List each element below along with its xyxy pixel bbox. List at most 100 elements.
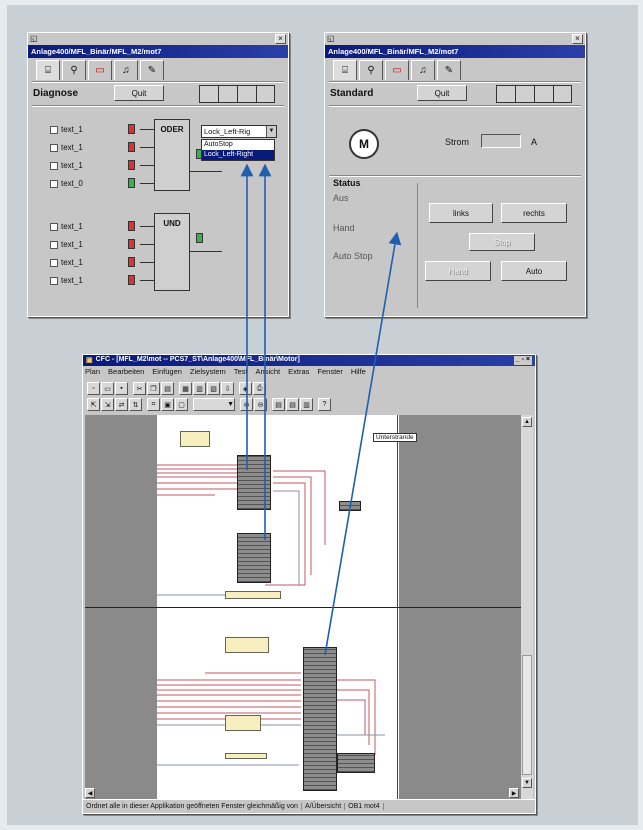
input-checkbox[interactable]: text_1 [50, 276, 83, 285]
zoom-select[interactable]: ▼ [193, 398, 235, 411]
stop-button[interactable]: Stop [469, 233, 535, 251]
paste-icon[interactable]: ▤ [161, 382, 174, 395]
print-icon[interactable]: ⎙ [253, 382, 266, 395]
view-icon[interactable]: ▤ [272, 398, 285, 411]
download-icon[interactable]: ⇩ [221, 382, 234, 395]
auto-button[interactable]: Auto [501, 261, 567, 281]
view-icon[interactable]: ▤ [286, 398, 299, 411]
rechts-button[interactable]: rechts [501, 203, 567, 223]
tab-tools-icon[interactable]: ✎ [140, 60, 164, 80]
tab-tools-icon[interactable]: ✎ [437, 60, 461, 80]
overview-icon[interactable]: ▣ [161, 398, 174, 411]
chart-icon[interactable]: ▥ [193, 382, 206, 395]
input-checkbox[interactable]: text_1 [50, 222, 83, 231]
tab-search-icon[interactable]: ⚲ [62, 60, 86, 80]
connector-line [190, 171, 222, 172]
tool-icon[interactable]: ⇅ [129, 398, 142, 411]
status-led-green [128, 178, 135, 188]
quit-button[interactable]: Quit [114, 85, 164, 101]
zoom-in-icon[interactable]: ⊕ [240, 398, 253, 411]
tab-faceplate-icon[interactable]: ⌸ [36, 60, 60, 80]
sheet-bar-yellow [225, 753, 267, 759]
scroll-up-icon[interactable]: ▲ [522, 417, 532, 427]
tab-search-icon[interactable]: ⚲ [359, 60, 383, 80]
links-button[interactable]: links [429, 203, 493, 223]
sheet-bar-yellow [225, 591, 281, 599]
output-led-green [196, 233, 203, 243]
new-icon[interactable]: ▫ [87, 382, 100, 395]
menu-item[interactable]: Plan [85, 367, 100, 378]
scroll-down-icon[interactable]: ▼ [522, 778, 532, 788]
dropdown-option[interactable]: AutoStop [202, 140, 274, 150]
tool-icon[interactable]: ⇱ [87, 398, 100, 411]
tab-bell-icon[interactable]: ♫ [411, 60, 435, 80]
input-checkbox[interactable]: text_1 [50, 125, 83, 134]
scroll-left-icon[interactable]: ◀ [85, 788, 95, 798]
status-led-red [128, 124, 135, 134]
status-led-red [128, 142, 135, 152]
menu-item[interactable]: Extras [288, 367, 309, 378]
connector-line [140, 129, 154, 130]
quit-button[interactable]: Quit [417, 85, 467, 101]
scroll-thumb[interactable] [522, 655, 532, 775]
window-icon: ◱ [327, 34, 335, 43]
grid-icon[interactable]: ⌗ [147, 398, 160, 411]
connector-line [190, 251, 222, 252]
view-icon[interactable]: ▥ [300, 398, 313, 411]
indicator-boxes [496, 85, 572, 103]
tool-icon[interactable]: ⇲ [101, 398, 114, 411]
connector-line [140, 244, 154, 245]
dropdown-option-selected[interactable]: Lock_Left-Right [202, 150, 274, 160]
strom-label: Strom [445, 137, 470, 147]
zoom-out-icon[interactable]: ⊖ [254, 398, 267, 411]
test-icon[interactable]: ◈ [239, 382, 252, 395]
help-icon[interactable]: ? [318, 398, 331, 411]
tab-message-icon[interactable]: ▭ [385, 60, 409, 80]
window-controls[interactable]: _ ▫ × [513, 356, 532, 365]
cut-icon[interactable]: ✂ [133, 382, 146, 395]
menu-item[interactable]: Ansicht [256, 367, 281, 378]
mode-select[interactable]: Lock_Left-Rig ▼ [201, 125, 277, 138]
menu-item[interactable]: Fenster [317, 367, 342, 378]
scroll-right-icon[interactable]: ▶ [509, 788, 519, 798]
page-heading: Diagnose [33, 88, 79, 99]
tab-faceplate-icon[interactable]: ⌸ [333, 60, 357, 80]
function-block [303, 647, 337, 791]
open-icon[interactable]: ▭ [101, 382, 114, 395]
status-led-red [128, 239, 135, 249]
function-block-small [337, 753, 375, 773]
menu-item[interactable]: Zielsystem [190, 367, 226, 378]
tool-icon[interactable]: ⇄ [115, 398, 128, 411]
block-icon[interactable]: ▦ [179, 382, 192, 395]
chart-canvas[interactable]: Unterstrande [85, 415, 521, 800]
input-checkbox[interactable]: text_1 [50, 258, 83, 267]
sheet-bar-yellow [225, 715, 261, 731]
divider [329, 81, 581, 82]
compile-icon[interactable]: ▧ [207, 382, 220, 395]
window-title: ▣ CFC - [MFL_M2\mot -- PCS7_ST\Anlage400… [83, 355, 535, 366]
status-segment: A/Übersicht [302, 803, 346, 810]
input-checkbox[interactable]: text_0 [50, 179, 83, 188]
menu-item[interactable]: Einfügen [152, 367, 182, 378]
mode-dropdown-list[interactable]: AutoStop Lock_Left-Right [201, 139, 275, 161]
tab-bell-icon[interactable]: ♫ [114, 60, 138, 80]
copy-icon[interactable]: ❐ [147, 382, 160, 395]
input-checkbox[interactable]: text_1 [50, 161, 83, 170]
divider [329, 105, 581, 106]
connector-line [140, 183, 154, 184]
save-icon[interactable]: ▪ [115, 382, 128, 395]
menu-item[interactable]: Test [234, 367, 248, 378]
menu-item[interactable]: Bearbeiten [108, 367, 144, 378]
status-led-red [128, 275, 135, 285]
view-tabs: ⌸ ⚲ ▭ ♫ ✎ [333, 60, 463, 80]
input-checkbox[interactable]: text_1 [50, 240, 83, 249]
sheet-icon[interactable]: ▢ [175, 398, 188, 411]
tab-message-icon[interactable]: ▭ [88, 60, 112, 80]
menu-item[interactable]: Hilfe [351, 367, 366, 378]
chevron-down-icon: ▼ [266, 126, 276, 137]
close-button[interactable]: × [572, 34, 583, 44]
input-checkbox[interactable]: text_1 [50, 143, 83, 152]
motor-symbol: M [349, 129, 379, 159]
hand-button[interactable]: Hand [425, 261, 491, 281]
close-button[interactable]: × [275, 34, 286, 44]
